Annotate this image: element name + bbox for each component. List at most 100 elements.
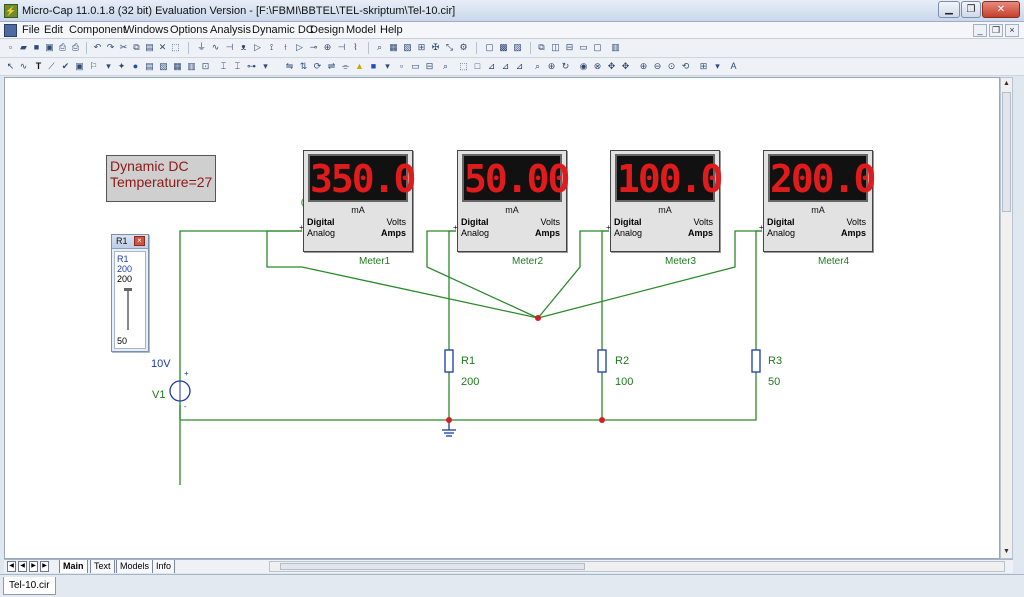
slider-close-button[interactable]: × <box>134 236 145 246</box>
bezier-wire-icon[interactable]: ✔ <box>60 61 71 72</box>
zoom-in-icon[interactable]: ⊕ <box>638 61 649 72</box>
tools-icon[interactable]: ✠ <box>430 42 441 53</box>
tab-info[interactable]: Info <box>152 560 176 573</box>
attribute-icon[interactable]: ▧ <box>402 42 413 53</box>
tab-main[interactable]: Main <box>59 560 88 573</box>
npn-icon[interactable]: ⟟ <box>266 42 277 53</box>
wire-style-icon[interactable]: ⌯ <box>340 61 351 72</box>
tab-models[interactable]: Models <box>116 560 154 573</box>
amps-mode-button[interactable]: Amps <box>841 228 866 238</box>
save-icon[interactable]: ■ <box>31 42 42 53</box>
digital-mode-button[interactable]: Digital <box>614 217 642 227</box>
rotate-icon[interactable]: ⟳ <box>312 61 323 72</box>
powers-icon[interactable]: ⊡ <box>200 61 211 72</box>
scroll-up-arrow-icon[interactable]: ▲ <box>1001 78 1012 90</box>
maximize-button[interactable]: ❐ <box>961 1 981 18</box>
slider-titlebar[interactable]: R1 × <box>112 235 148 249</box>
dropdown-arrow-icon[interactable]: ▾ <box>260 61 271 72</box>
zoom-out-icon[interactable]: ⊖ <box>652 61 663 72</box>
flip-y-icon[interactable]: ⇅ <box>298 61 309 72</box>
find-component-icon[interactable]: ⌕ <box>440 61 451 72</box>
maximize-icon[interactable]: ▢ <box>592 42 603 53</box>
schematic-canvas[interactable]: Dynamic DC Temperature=27 0 R1 × R1 200 … <box>4 77 1000 559</box>
volts-mode-button[interactable]: Volts <box>386 217 406 227</box>
reload-icon[interactable]: ↻ <box>560 61 571 72</box>
pin-connections-icon[interactable]: ⊶ <box>246 61 257 72</box>
save-all-icon[interactable]: ▣ <box>44 42 55 53</box>
redo-icon[interactable]: ↷ <box>105 42 116 53</box>
resistor-r3[interactable] <box>751 349 761 373</box>
zoom-fit-icon[interactable]: ⊙ <box>666 61 677 72</box>
menu-analysis[interactable]: Analysis <box>210 24 251 36</box>
new-icon[interactable]: ▫ <box>5 42 16 53</box>
analog-mode-button[interactable]: Analog <box>307 228 335 238</box>
align-2-icon[interactable]: ⊿ <box>500 61 511 72</box>
delete-icon[interactable]: ✕ <box>157 42 168 53</box>
vertical-scroll-thumb[interactable] <box>1002 92 1011 212</box>
tool-icon[interactable]: ⚙ <box>458 42 469 53</box>
wire-mode-icon[interactable]: ⟋ <box>46 61 57 72</box>
menu-file[interactable]: File <box>22 24 40 36</box>
resistor-icon[interactable]: ∿ <box>210 42 221 53</box>
pan-icon[interactable]: ✥ <box>606 61 617 72</box>
tile-horizontal-icon[interactable]: ⊟ <box>564 42 575 53</box>
grid-text-icon[interactable]: ⌶ <box>232 61 243 72</box>
menu-options[interactable]: Options <box>170 24 208 36</box>
flag-icon[interactable]: ⚐ <box>88 61 99 72</box>
tile-vertical-icon[interactable]: ◫ <box>550 42 561 53</box>
redraw-icon[interactable]: ⟲ <box>680 61 691 72</box>
dropdown-arrow-icon[interactable]: ▾ <box>103 61 114 72</box>
slider-knob[interactable] <box>124 288 132 291</box>
select-mode-icon[interactable]: ↖ <box>5 61 16 72</box>
pulse-icon[interactable]: ⌇ <box>350 42 361 53</box>
find-icon[interactable]: ⌕ <box>374 42 385 53</box>
prev-sheet-icon[interactable]: ◀ <box>18 561 27 572</box>
text-toggle-icon[interactable]: ⌶ <box>218 61 229 72</box>
ground-icon[interactable]: ⏚ <box>196 42 207 53</box>
menu-help[interactable]: Help <box>380 24 403 36</box>
minimize-button[interactable]: ▁ <box>938 1 960 18</box>
grid-icon[interactable]: ⊞ <box>416 42 427 53</box>
source-icon[interactable]: ⊕ <box>322 42 333 53</box>
print-icon[interactable]: ⎙ <box>70 42 81 53</box>
menu-dynamic-dc[interactable]: Dynamic DC <box>252 24 314 36</box>
dropdown-arrow-icon[interactable]: ▾ <box>712 61 723 72</box>
warning-icon[interactable]: ▲ <box>354 61 365 72</box>
diode-icon[interactable]: ▷ <box>252 42 263 53</box>
page-icon[interactable]: ▫ <box>396 61 407 72</box>
copy-icon[interactable]: ⧉ <box>131 42 142 53</box>
amps-mode-button[interactable]: Amps <box>381 228 406 238</box>
fill-icon[interactable]: ■ <box>368 61 379 72</box>
opamp-icon[interactable]: ▷ <box>294 42 305 53</box>
next-sheet-icon[interactable]: ▶ <box>29 561 38 572</box>
amps-mode-button[interactable]: Amps <box>688 228 713 238</box>
inductor-icon[interactable]: ᴥ <box>238 42 249 53</box>
probe-icon[interactable]: ⤡ <box>444 42 455 53</box>
open-icon[interactable]: ▰ <box>18 42 29 53</box>
flip-x-icon[interactable]: ⇋ <box>284 61 295 72</box>
analog-mode-button[interactable]: Analog <box>767 228 795 238</box>
print-preview-icon[interactable]: ⎙ <box>57 42 68 53</box>
switch-icon[interactable]: ⊸ <box>308 42 319 53</box>
graphics-icon[interactable]: ▣ <box>74 61 85 72</box>
capacitor-icon[interactable]: ⊣ <box>224 42 235 53</box>
digital-mode-button[interactable]: Digital <box>461 217 489 227</box>
menu-windows[interactable]: Windows <box>124 24 169 36</box>
pin-icon[interactable]: ✦ <box>116 61 127 72</box>
menu-model[interactable]: Model <box>346 24 376 36</box>
menu-design[interactable]: Design <box>310 24 344 36</box>
close-button[interactable]: ✕ <box>982 1 1020 18</box>
last-sheet-icon[interactable]: ▶ <box>40 561 49 572</box>
info-icon[interactable]: ● <box>130 61 141 72</box>
document-tab[interactable]: Tel-10.cir <box>3 577 56 595</box>
select-region-icon[interactable]: ⬚ <box>458 61 469 72</box>
resistor-r2[interactable] <box>597 349 607 373</box>
first-sheet-icon[interactable]: ◀ <box>7 561 16 572</box>
zoom-icon[interactable]: ⊕ <box>546 61 557 72</box>
resistor-r1[interactable] <box>444 349 454 373</box>
scroll-down-arrow-icon[interactable]: ▼ <box>1001 546 1012 558</box>
node-numbers-icon[interactable]: ▧ <box>158 61 169 72</box>
currents-icon[interactable]: ▥ <box>186 61 197 72</box>
select-all-icon[interactable]: ⬚ <box>170 42 181 53</box>
analog-mode-button[interactable]: Analog <box>614 228 642 238</box>
